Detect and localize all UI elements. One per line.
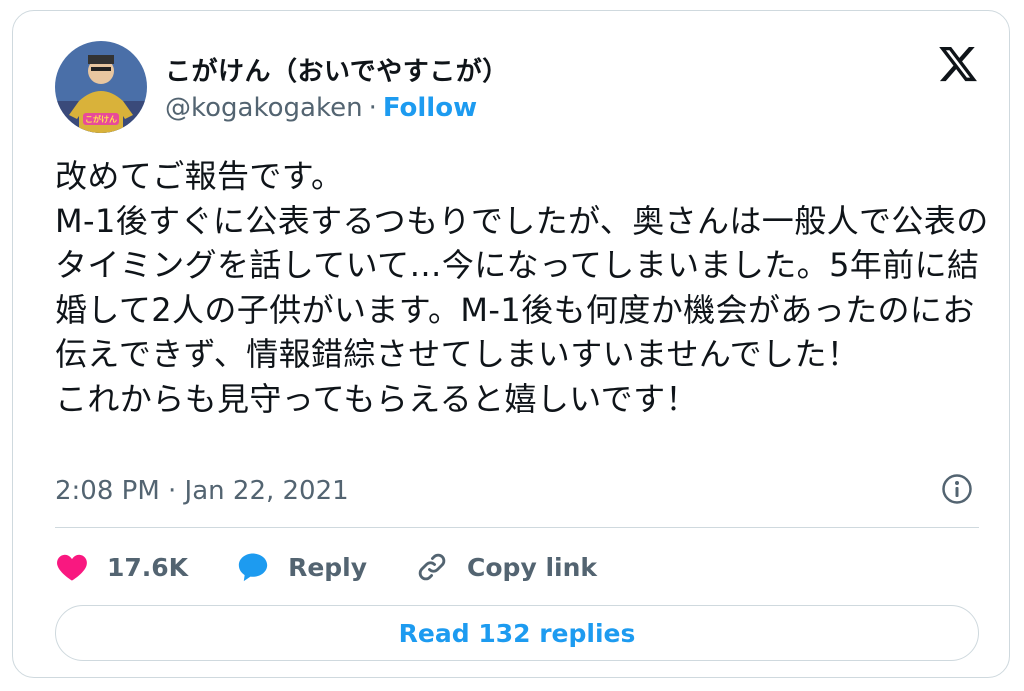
- display-name[interactable]: こがけん（おいでやすこが）: [165, 51, 509, 88]
- reply-button[interactable]: Reply: [236, 550, 367, 584]
- action-bar: 17.6K Reply Copy link: [55, 547, 645, 587]
- avatar-image: こがけん: [55, 41, 147, 133]
- copy-link-label: Copy link: [467, 552, 598, 582]
- tweet-card: こがけん こがけん（おいでやすこが） @kogakogaken · Follow 改…: [12, 10, 1010, 678]
- x-logo-icon[interactable]: [937, 43, 979, 85]
- info-icon[interactable]: [941, 473, 973, 505]
- handle-row: @kogakogaken · Follow: [165, 93, 477, 123]
- like-count: 17.6K: [107, 552, 189, 582]
- tweet-timestamp[interactable]: 2:08 PM · Jan 22, 2021: [55, 476, 349, 506]
- copy-link-button[interactable]: Copy link: [415, 550, 597, 584]
- user-handle[interactable]: @kogakogaken: [165, 93, 363, 123]
- link-icon: [415, 550, 449, 584]
- reply-label: Reply: [288, 552, 368, 582]
- tweet-text: 改めてご報告です。 M-1後すぐに公表するつもりでしたが、奥さんは一般人で公表の…: [55, 157, 989, 418]
- separator-dot: ·: [368, 93, 377, 123]
- heart-icon: [55, 550, 89, 584]
- avatar-badge-text: こがけん: [85, 114, 117, 124]
- like-button[interactable]: 17.6K: [55, 550, 188, 584]
- speech-bubble-icon: [236, 550, 270, 584]
- read-replies-button[interactable]: Read 132 replies: [55, 605, 979, 661]
- avatar[interactable]: こがけん: [55, 41, 147, 133]
- follow-button[interactable]: Follow: [383, 93, 477, 123]
- divider: [55, 527, 979, 528]
